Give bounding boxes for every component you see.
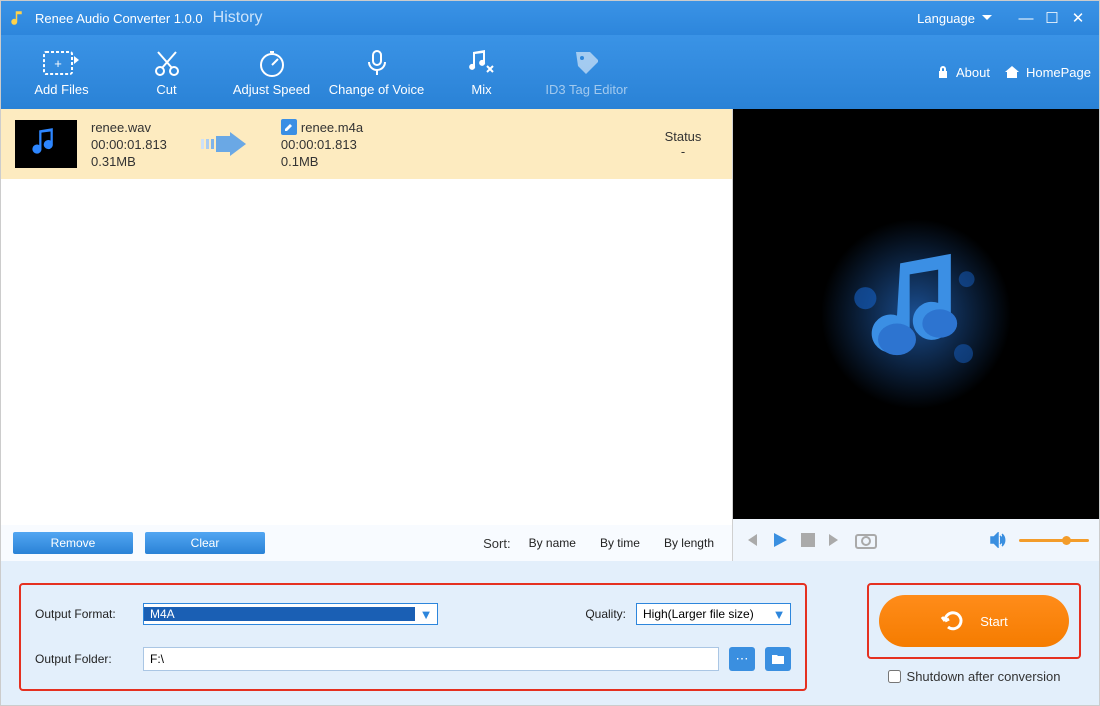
minimize-button[interactable]: —	[1013, 10, 1039, 27]
chevron-down-icon: ▼	[768, 607, 790, 622]
chevron-down-icon: ▼	[415, 607, 437, 622]
volume-icon[interactable]	[989, 532, 1007, 548]
output-format-dropdown[interactable]: M4A ▼	[143, 603, 438, 625]
about-label: About	[956, 65, 990, 80]
shutdown-label: Shutdown after conversion	[907, 669, 1061, 684]
home-icon	[1004, 65, 1020, 79]
source-filename: renee.wav	[91, 120, 167, 135]
change-voice-label: Change of Voice	[329, 82, 424, 97]
format-value: M4A	[144, 607, 415, 621]
next-button[interactable]	[827, 532, 843, 548]
add-files-label: Add Files	[34, 82, 88, 97]
status-header: Status	[648, 129, 718, 144]
snapshot-button[interactable]	[855, 531, 877, 549]
sort-by-name[interactable]: By name	[529, 536, 576, 550]
file-thumbnail	[15, 120, 77, 168]
quality-dropdown[interactable]: High(Larger file size) ▼	[636, 603, 791, 625]
format-label: Output Format:	[35, 607, 133, 621]
id3-editor-button: ID3 Tag Editor	[534, 48, 639, 97]
app-logo-icon	[9, 9, 27, 27]
arrow-right-icon	[199, 130, 249, 158]
close-button[interactable]: ✕	[1065, 9, 1091, 27]
start-box: Start	[867, 583, 1081, 659]
start-label: Start	[980, 614, 1007, 629]
about-link[interactable]: About	[936, 65, 990, 80]
homepage-link[interactable]: HomePage	[1004, 65, 1091, 80]
sort-label: Sort:	[483, 536, 510, 551]
sort-by-length[interactable]: By length	[664, 536, 714, 550]
browse-folder-button[interactable]	[765, 647, 791, 671]
dest-size: 0.1MB	[281, 154, 363, 169]
source-duration: 00:00:01.813	[91, 137, 167, 152]
history-link[interactable]: History	[213, 9, 263, 27]
play-button[interactable]	[771, 531, 789, 549]
language-label: Language	[917, 11, 975, 26]
svg-text:+: +	[54, 56, 62, 71]
edit-icon[interactable]	[281, 119, 297, 135]
cut-button[interactable]: Cut	[114, 48, 219, 97]
output-folder-input[interactable]	[143, 647, 719, 671]
folder-label: Output Folder:	[35, 652, 133, 666]
output-panel: Output Format: M4A ▼ Quality: High(Large…	[1, 561, 1099, 705]
sort-by-time[interactable]: By time	[600, 536, 640, 550]
quality-value: High(Larger file size)	[637, 607, 768, 621]
list-toolbar: Remove Clear Sort: By name By time By le…	[1, 525, 732, 561]
file-row[interactable]: renee.wav 00:00:01.813 0.31MB renee.m4a …	[1, 109, 732, 179]
player-controls	[733, 519, 1099, 561]
status-value: -	[648, 144, 718, 159]
file-list: renee.wav 00:00:01.813 0.31MB renee.m4a …	[1, 109, 732, 525]
app-title: Renee Audio Converter 1.0.0	[35, 11, 203, 26]
mix-button[interactable]: Mix	[429, 48, 534, 97]
remove-button[interactable]: Remove	[13, 532, 133, 554]
refresh-icon	[940, 608, 966, 634]
preview-panel	[733, 109, 1099, 561]
start-button[interactable]: Start	[879, 595, 1069, 647]
output-settings-box: Output Format: M4A ▼ Quality: High(Large…	[19, 583, 807, 691]
mix-label: Mix	[471, 82, 491, 97]
adjust-speed-button[interactable]: Adjust Speed	[219, 48, 324, 97]
add-files-button[interactable]: + Add Files	[9, 48, 114, 97]
stop-button[interactable]	[801, 533, 815, 547]
dest-duration: 00:00:01.813	[281, 137, 363, 152]
clear-button[interactable]: Clear	[145, 532, 265, 554]
language-dropdown[interactable]: Language	[917, 11, 993, 26]
maximize-button[interactable]: ☐	[1039, 9, 1065, 27]
shutdown-checkbox[interactable]: Shutdown after conversion	[888, 669, 1061, 684]
dest-filename: renee.m4a	[301, 120, 363, 135]
preview-area	[733, 109, 1099, 519]
id3-label: ID3 Tag Editor	[545, 82, 627, 97]
homepage-label: HomePage	[1026, 65, 1091, 80]
lock-icon	[936, 65, 950, 79]
toolbar: + Add Files Cut Adjust Speed Change of V…	[1, 35, 1099, 109]
folder-icon	[771, 653, 785, 665]
shutdown-checkbox-input[interactable]	[888, 670, 901, 683]
adjust-speed-label: Adjust Speed	[233, 82, 310, 97]
more-button[interactable]: ⋯	[729, 647, 755, 671]
titlebar: Renee Audio Converter 1.0.0 History Lang…	[1, 1, 1099, 35]
chevron-down-icon	[981, 14, 993, 22]
volume-slider[interactable]	[1019, 539, 1089, 542]
quality-label: Quality:	[585, 607, 626, 621]
cut-label: Cut	[156, 82, 176, 97]
source-size: 0.31MB	[91, 154, 167, 169]
prev-button[interactable]	[743, 532, 759, 548]
change-voice-button[interactable]: Change of Voice	[324, 48, 429, 97]
